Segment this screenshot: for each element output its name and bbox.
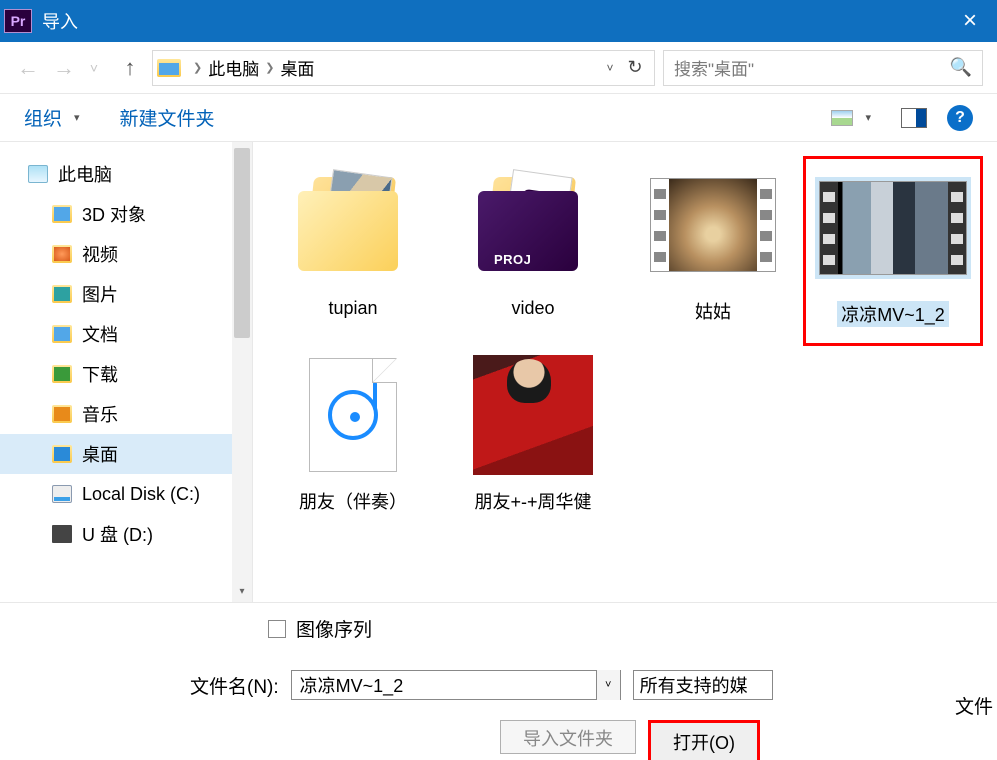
dialog-body: 此电脑 3D 对象视频图片文档下载音乐桌面 Local Disk (C:) U 盘 (… [0, 142, 997, 602]
refresh-icon[interactable]: ↻ [620, 57, 650, 78]
filter-value: 所有支持的媒 [640, 672, 748, 698]
search-input[interactable]: 搜索"桌面" 🔍 [663, 50, 983, 86]
import-folder-button[interactable]: 导入文件夹 [500, 720, 636, 754]
up-arrow-icon[interactable]: ↑ [116, 55, 144, 81]
sidebar-item[interactable]: 桌面 [0, 434, 252, 474]
sidebar-item[interactable]: U 盘 (D:) [0, 514, 252, 554]
path-dropdown-icon[interactable]: ˅ [600, 61, 620, 75]
sidebar: 此电脑 3D 对象视频图片文档下载音乐桌面 Local Disk (C:) U 盘 (… [0, 142, 253, 602]
file-item[interactable]: 朋友+-+周华健 [443, 346, 623, 536]
file-item[interactable]: 朋友（伴奏） [263, 346, 443, 536]
chevron-right-icon: ❯ [265, 61, 274, 74]
folder-icon [52, 205, 72, 223]
chevron-right-icon: ❯ [193, 61, 202, 74]
view-mode-icon[interactable] [831, 110, 853, 126]
filename-combo[interactable]: 凉凉MV~1_2 ˅ [291, 670, 621, 700]
folder-icon [52, 445, 72, 463]
image-sequence-checkbox[interactable] [268, 620, 286, 638]
file-item[interactable]: PrPROJ video [443, 156, 623, 346]
close-icon[interactable]: × [947, 7, 993, 35]
file-item[interactable]: 凉凉MV~1_2 [803, 156, 983, 346]
file-name: tupian [328, 298, 377, 319]
file-name: 朋友+-+周华健 [474, 488, 591, 514]
bottom-panel: 图像序列 文件名(N): 凉凉MV~1_2 ˅ 所有支持的媒 导入文件夹 打开(… [0, 602, 997, 752]
sidebar-item[interactable]: 3D 对象 [0, 194, 252, 234]
disk-icon [52, 485, 72, 503]
truncated-text: 文件 [955, 692, 993, 719]
folder-icon [52, 245, 72, 263]
sidebar-item-label: 图片 [82, 281, 118, 307]
premiere-app-icon: Pr [4, 9, 32, 33]
chevron-down-icon[interactable]: ▾ [74, 111, 80, 124]
open-button[interactable]: 打开(O) [648, 720, 760, 760]
file-thumbnail [470, 356, 596, 474]
usb-disk-icon [52, 525, 72, 543]
sidebar-item-label: U 盘 (D:) [82, 521, 153, 547]
new-folder-button[interactable]: 新建文件夹 [120, 104, 215, 131]
preview-pane-icon[interactable] [901, 108, 927, 128]
sidebar-item-label: 3D 对象 [82, 201, 146, 227]
file-name: 朋友（伴奏） [299, 488, 407, 514]
filename-value: 凉凉MV~1_2 [300, 672, 404, 698]
recent-chevron-icon[interactable]: ˅ [80, 60, 108, 76]
path-segment-current[interactable]: 桌面 [280, 55, 314, 80]
file-thumbnail: PrPROJ [470, 166, 596, 284]
search-icon[interactable]: 🔍 [950, 57, 972, 78]
organize-menu[interactable]: 组织 [24, 104, 62, 131]
forward-arrow-icon: → [50, 55, 78, 81]
back-arrow-icon: ← [14, 55, 42, 81]
toolbar: 组织 ▾ 新建文件夹 ▾ ? [0, 94, 997, 142]
pc-icon [28, 165, 48, 183]
file-item[interactable]: tupian [263, 156, 443, 346]
image-sequence-label: 图像序列 [296, 615, 372, 642]
folder-icon [157, 59, 181, 77]
file-thumbnail [290, 166, 416, 284]
chevron-down-icon[interactable]: ˅ [596, 670, 620, 700]
sidebar-root-this-pc[interactable]: 此电脑 [0, 154, 252, 194]
scrollbar-thumb[interactable] [234, 148, 250, 338]
dialog-title: 导入 [42, 8, 947, 34]
folder-icon [52, 405, 72, 423]
file-item[interactable]: 姑姑 [623, 156, 803, 346]
folder-icon [52, 285, 72, 303]
file-thumbnail [830, 169, 956, 287]
sidebar-item-label: 下载 [82, 361, 118, 387]
sidebar-item[interactable]: 下载 [0, 354, 252, 394]
file-thumbnail [650, 166, 776, 284]
scroll-down-icon[interactable]: ▾ [234, 586, 250, 600]
sidebar-item[interactable]: 视频 [0, 234, 252, 274]
file-name: 姑姑 [695, 298, 731, 324]
sidebar-item-label: 视频 [82, 241, 118, 267]
file-name: video [511, 298, 554, 319]
sidebar-item[interactable]: Local Disk (C:) [0, 474, 252, 514]
breadcrumb-path[interactable]: ❯ 此电脑 ❯ 桌面 ˅ ↻ [152, 50, 655, 86]
sidebar-item[interactable]: 文档 [0, 314, 252, 354]
file-type-filter[interactable]: 所有支持的媒 [633, 670, 773, 700]
path-segment-root[interactable]: 此电脑 [208, 55, 259, 80]
search-placeholder: 搜索"桌面" [674, 55, 754, 80]
sidebar-scrollbar[interactable]: ▾ [232, 142, 252, 602]
sidebar-item-label: Local Disk (C:) [82, 484, 200, 505]
sidebar-item-label: 桌面 [82, 441, 118, 467]
sidebar-item[interactable]: 图片 [0, 274, 252, 314]
help-icon[interactable]: ? [947, 105, 973, 131]
sidebar-item-label: 音乐 [82, 401, 118, 427]
sidebar-item-label: 文档 [82, 321, 118, 347]
file-grid: tupian PrPROJ video 姑姑 凉凉MV~1_2 朋友（伴奏） 朋友+-+周华… [253, 142, 997, 602]
file-thumbnail [290, 356, 416, 474]
folder-icon [52, 325, 72, 343]
filename-label: 文件名(N): [190, 672, 279, 699]
chevron-down-icon[interactable]: ▾ [865, 111, 871, 124]
titlebar: Pr 导入 × [0, 0, 997, 42]
folder-icon [52, 365, 72, 383]
file-name: 凉凉MV~1_2 [837, 301, 949, 327]
sidebar-item[interactable]: 音乐 [0, 394, 252, 434]
nav-bar: ← → ˅ ↑ ❯ 此电脑 ❯ 桌面 ˅ ↻ 搜索"桌面" 🔍 [0, 42, 997, 94]
